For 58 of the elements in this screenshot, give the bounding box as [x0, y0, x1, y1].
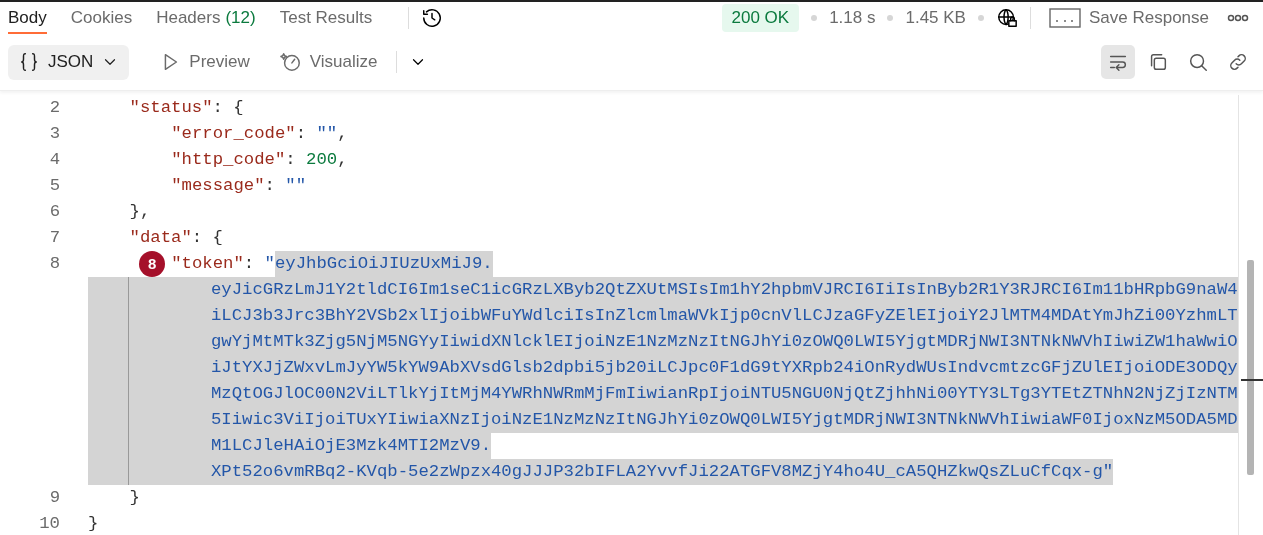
code-token: "error_code" — [171, 123, 296, 145]
view-mode-button[interactable]: Preview — [153, 51, 256, 73]
selected-text: eyJicGRzLmJ1Y2tldCI6Im1seC1icGRzLXByb2QtZXUtMSIsIm1hY2hpbmVJRCI6IiIsInByb2R1Y3RJRCI6Im11bHRpbG9naW4 — [88, 277, 1238, 303]
line-number: 8 — [48, 253, 60, 275]
code-token: "" — [316, 123, 338, 145]
code-token: "data" — [129, 227, 192, 249]
code-token: : — [264, 175, 276, 197]
code-token: : — [285, 149, 297, 171]
response-tab[interactable]: Test Results — [279, 2, 373, 34]
scrollbar-thumb[interactable] — [1246, 260, 1254, 475]
code-token: : — [295, 123, 307, 145]
line-number: 9 — [48, 487, 60, 509]
code-token: : — [243, 253, 256, 275]
line-number: 3 — [48, 123, 60, 145]
save-response-button[interactable]: Save Response — [1042, 7, 1215, 29]
wrap-lines-icon[interactable] — [1101, 45, 1135, 79]
selected-text: M1LCJleHAiOjE3Mzk4MTI2MzV9. — [88, 433, 491, 459]
response-tab[interactable]: Headers (12) — [156, 2, 256, 34]
code-token: "message" — [171, 175, 265, 197]
code-token: } — [88, 513, 99, 535]
line-number: 6 — [48, 201, 60, 223]
code-token: : { — [212, 97, 244, 119]
code-token: "token" — [171, 253, 244, 275]
code-token: " — [264, 253, 275, 275]
selected-text: MzQtOGJlOC00N2ViLTlkYjItMjM4YWRhNWRmMjFmIiwianRpIjoiNTU5NGU0NjQtZjhhNi00YTY3LTg3YTEtZTNhN2NjZjIzNTM — [88, 381, 1238, 407]
sparkle-gauge-icon — [279, 51, 302, 73]
code-token: } — [129, 487, 140, 509]
line-number: 7 — [48, 227, 60, 249]
response-time: 1.18 s — [829, 8, 876, 28]
code-token: , — [337, 123, 348, 145]
response-tab[interactable]: Body — [8, 2, 47, 34]
status-badge: 200 OK — [721, 4, 800, 32]
example-icon — [1048, 7, 1081, 29]
line-number: 4 — [48, 149, 60, 171]
code-token: : { — [191, 227, 223, 249]
code-token: }, — [129, 201, 151, 223]
braces-icon — [18, 51, 40, 73]
selected-text: iLCJ3b3Jrc3BhY2VSb2xlIjoibWFuYWdlciIsInZlcmlmaWVkIjp0cnVlLCJzaGFyZElEIjoiY2JlMTM4MDAtYmJhZi00YzhmLT — [88, 303, 1238, 329]
step-badge: 8 — [139, 251, 166, 277]
selected-text: XPt52o6vmRBq2-KVqb-5e2zWpzx40gJJJP32bIFLA2YvvfJi22ATGFV8MZjY4ho4U_cA5QHZkwQsZLuCfCqx-g" — [88, 459, 1114, 485]
line-number: 5 — [48, 175, 60, 197]
selected-text: gwYjMtMTk3Zjg5NjM5NGYyIiwidXNlcklEIjoiNzE1NzMzNzItNGJhYi0zOWQ0LWI5YjgtMDRjNWI3NTNkNWVhIiwiZW1haWwiO — [88, 329, 1238, 355]
selected-text: 5Iiwic3ViIjoiTUxYIiwiaXNzIjoiNzE1NzMzNzItNGJhYi0zOWQ0LWI5YjgtMDRjNWI3NTNkNWVhIiwiaWF0IjoxNzM5ODA5MD — [88, 407, 1238, 433]
globe-lock-icon[interactable] — [995, 7, 1018, 29]
code-token: "" — [285, 175, 307, 197]
selected-text: iJtYXJjZWxvLmJyYW5kYW9AbXVsdGlsb2dpbi5jb20iLCJpc0F1dG9tYXRpb24iOnRydWUsIndvcmtzcGFjZUlEIjoiODE3ODQy — [88, 355, 1238, 381]
code-token: 200 — [306, 149, 338, 171]
code-token: "status" — [129, 97, 213, 119]
history-icon[interactable] — [421, 7, 444, 29]
code-token: , — [337, 149, 348, 171]
selected-text: eyJhbGciOiJIUzUxMiJ9. — [274, 251, 493, 277]
view-mode-button[interactable]: Visualize — [273, 51, 384, 73]
line-number: 10 — [38, 513, 60, 535]
response-tab[interactable]: Cookies — [70, 2, 133, 34]
code-token: "http_code" — [171, 149, 286, 171]
format-dropdown[interactable]: JSON — [8, 44, 130, 80]
line-number: 2 — [48, 97, 60, 119]
response-size: 1.45 KB — [905, 8, 966, 28]
